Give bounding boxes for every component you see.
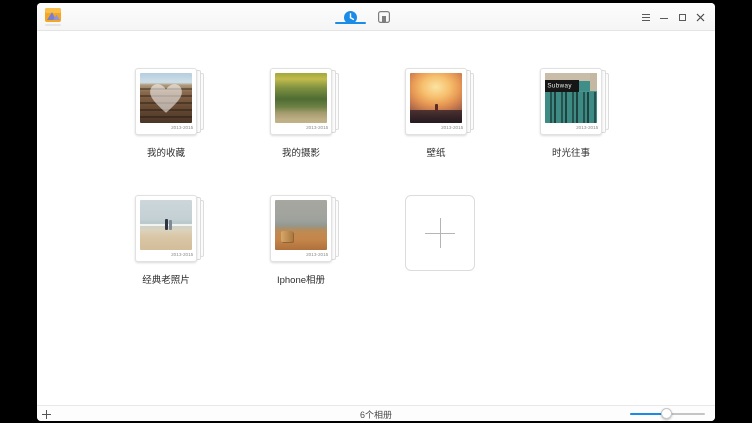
desktop-background: { "titlebar": { "tabs": [ { "id": "timel… (0, 0, 752, 423)
album-title: 时光往事 (524, 145, 618, 159)
album-title: 壁纸 (389, 145, 483, 159)
album-tile-favorites[interactable]: 2013-2015 我的收藏 (135, 68, 205, 159)
couple-figures (165, 219, 172, 230)
album-cover: 2013-2015 (270, 195, 332, 262)
close-button[interactable] (691, 8, 709, 26)
album-cover: Subway 2013-2015 (540, 68, 602, 135)
minimize-icon (660, 18, 668, 19)
menu-button[interactable] (637, 8, 655, 26)
tab-timeline[interactable] (334, 3, 367, 31)
plus-icon (425, 218, 455, 248)
album-cover-photo (275, 73, 327, 123)
album-title: Iphone相册 (254, 272, 348, 286)
album-cover-photo (140, 73, 192, 123)
album-tile-my-photography[interactable]: 2013-2015 我的摄影 (270, 68, 340, 159)
app-icon-reflection (45, 24, 61, 26)
album-cover: 2013-2015 (135, 195, 197, 262)
status-bar: 6个相册 (37, 405, 715, 421)
album-cover-photo (410, 73, 462, 123)
album-title: 经典老照片 (119, 272, 213, 286)
album-date: 2013-2015 (171, 125, 193, 130)
active-tab-underline (335, 22, 366, 24)
app-window: 2013-2015 我的收藏 2013-2015 我的摄影 2 (37, 3, 715, 421)
album-title: 我的收藏 (119, 145, 213, 159)
minimize-button[interactable] (655, 8, 673, 26)
album-cover-photo: Subway (545, 73, 597, 123)
image-viewer-app-icon (45, 8, 61, 22)
maximize-button[interactable] (673, 8, 691, 26)
album-tile-iphone[interactable]: 2013-2015 Iphone相册 (270, 195, 340, 286)
maximize-icon (679, 14, 686, 21)
menu-icon (642, 14, 650, 21)
album-cover-photo (275, 200, 327, 250)
silhouette-figure (435, 104, 438, 112)
hay-bale (281, 231, 293, 242)
album-icon (378, 11, 390, 23)
album-title: 我的摄影 (254, 145, 348, 159)
add-album-tile[interactable] (405, 195, 475, 271)
album-cover: 2013-2015 (405, 68, 467, 135)
album-cover-photo (140, 200, 192, 250)
album-tile-old-times[interactable]: Subway 2013-2015 时光往事 (540, 68, 610, 159)
thumbnail-size-slider[interactable] (630, 413, 705, 415)
album-date: 2013-2015 (576, 125, 598, 130)
view-tabs (334, 3, 400, 31)
heart-overlay-icon (148, 83, 184, 115)
album-date: 2013-2015 (441, 125, 463, 130)
subway-sign: Subway (545, 80, 579, 93)
titlebar (37, 3, 715, 31)
album-date: 2013-2015 (306, 125, 328, 130)
album-date: 2013-2015 (306, 252, 328, 257)
close-icon (696, 13, 705, 22)
window-controls (637, 3, 709, 31)
album-count-label: 6个相册 (37, 408, 715, 421)
album-cover: 2013-2015 (135, 68, 197, 135)
tab-album[interactable] (367, 3, 400, 31)
album-date: 2013-2015 (171, 252, 193, 257)
subway-sign-text: Subway (545, 82, 572, 89)
album-tile-wallpaper[interactable]: 2013-2015 壁纸 (405, 68, 475, 159)
album-tile-classic-old-photos[interactable]: 2013-2015 经典老照片 (135, 195, 205, 286)
album-cover: 2013-2015 (270, 68, 332, 135)
